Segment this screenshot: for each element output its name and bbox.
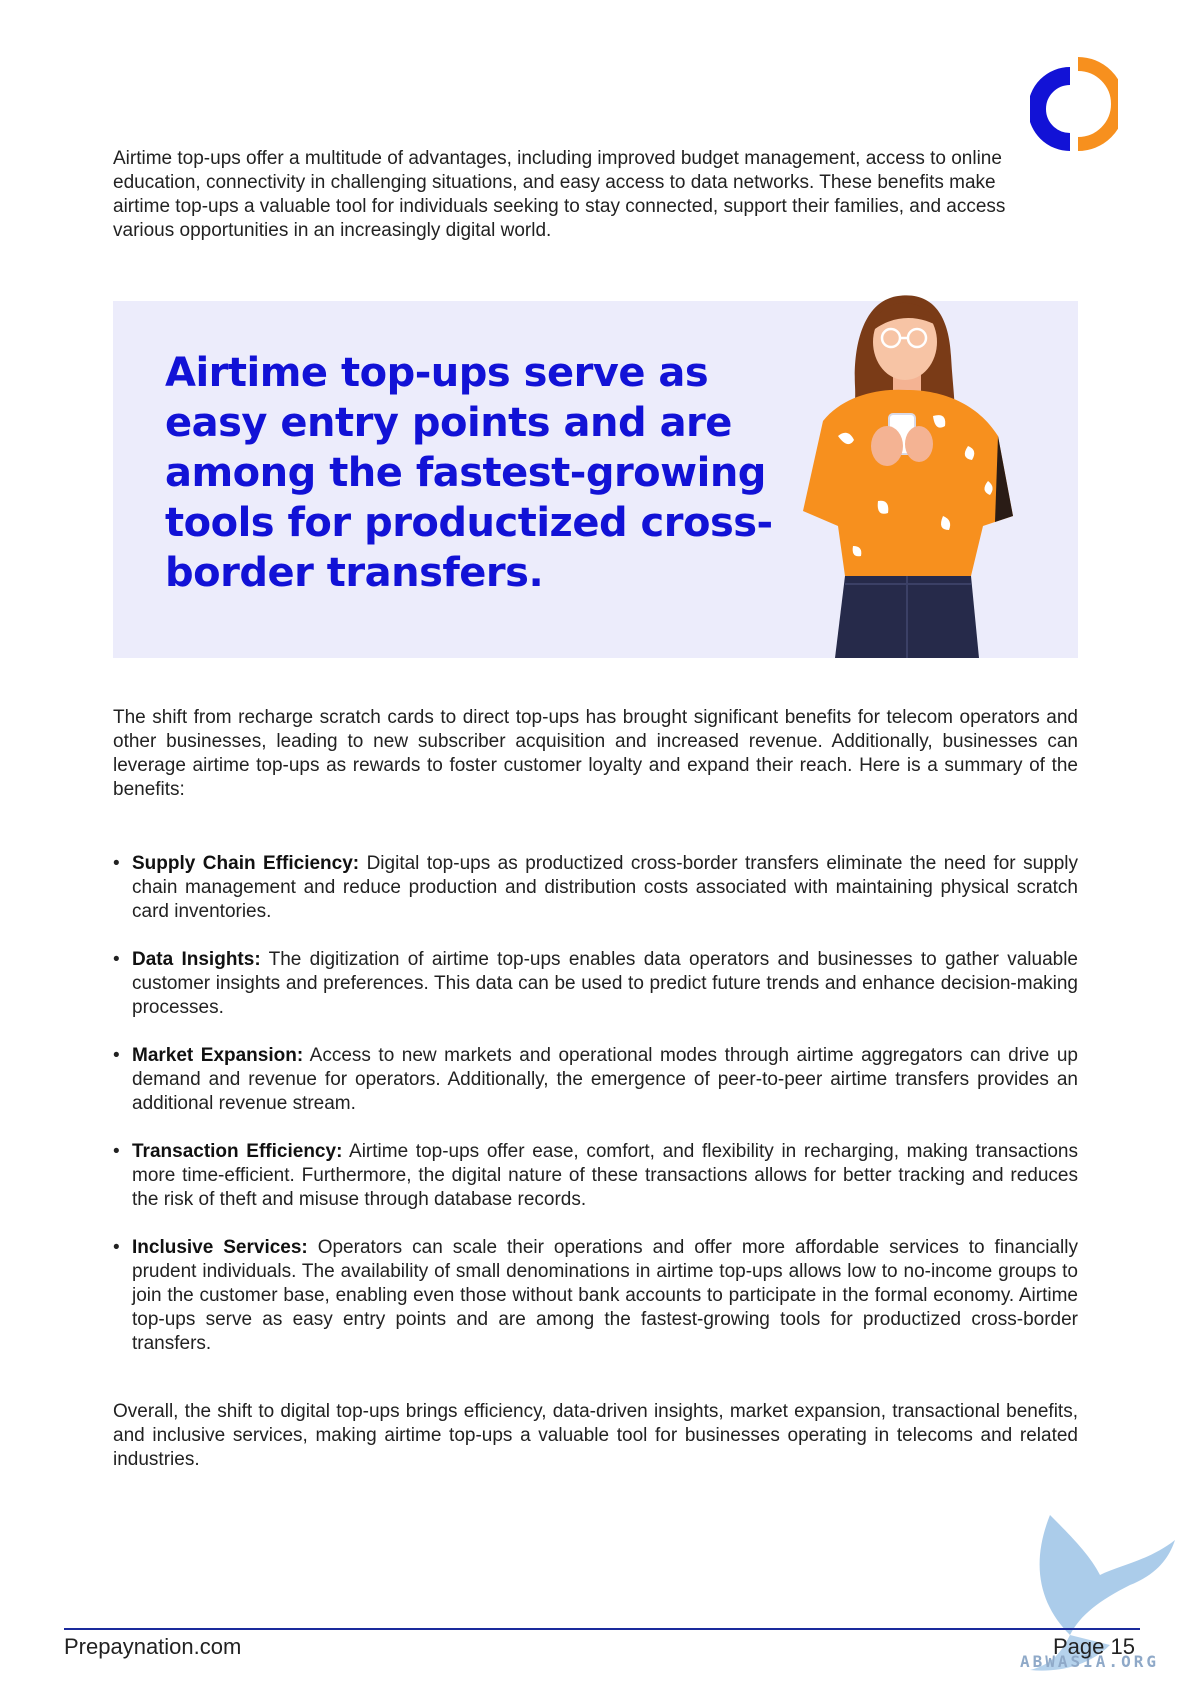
list-item: • Data Insights: The digitization of air… bbox=[113, 948, 1078, 1020]
benefit-title: Market Expansion: bbox=[132, 1045, 304, 1066]
callout-box: Airtime top-ups serve as easy entry poin… bbox=[113, 295, 1078, 658]
bullet-icon: • bbox=[113, 1141, 120, 1162]
footer-rule bbox=[64, 1628, 1140, 1630]
benefit-title: Supply Chain Efficiency: bbox=[132, 853, 360, 874]
prepaynation-logo-icon bbox=[1030, 57, 1118, 151]
list-item: • Transaction Efficiency: Airtime top-up… bbox=[113, 1140, 1078, 1212]
page-number: Page 15 bbox=[1053, 1634, 1135, 1659]
bullet-icon: • bbox=[113, 1045, 120, 1066]
woman-with-phone-illustration bbox=[803, 295, 1013, 658]
benefit-text: The digitization of airtime top-ups enab… bbox=[132, 949, 1078, 1018]
bullet-icon: • bbox=[113, 949, 120, 970]
list-item: • Market Expansion: Access to new market… bbox=[113, 1044, 1078, 1116]
benefit-title: Inclusive Services: bbox=[132, 1237, 308, 1258]
bullet-icon: • bbox=[113, 853, 120, 874]
bullet-icon: • bbox=[113, 1237, 120, 1258]
callout-quote: Airtime top-ups serve as easy entry poin… bbox=[165, 350, 773, 596]
benefit-title: Transaction Efficiency: bbox=[132, 1141, 343, 1162]
intro-paragraph: Airtime top-ups offer a multitude of adv… bbox=[113, 148, 1006, 241]
shift-paragraph: The shift from recharge scratch cards to… bbox=[113, 707, 1078, 800]
conclusion-paragraph: Overall, the shift to digital top-ups br… bbox=[113, 1401, 1078, 1470]
benefit-title: Data Insights: bbox=[132, 949, 261, 970]
footer-site: Prepaynation.com bbox=[64, 1634, 242, 1659]
list-item: • Supply Chain Efficiency: Digital top-u… bbox=[113, 852, 1078, 924]
list-item: • Inclusive Services: Operators can scal… bbox=[113, 1236, 1078, 1356]
benefits-list: • Supply Chain Efficiency: Digital top-u… bbox=[113, 852, 1078, 1380]
